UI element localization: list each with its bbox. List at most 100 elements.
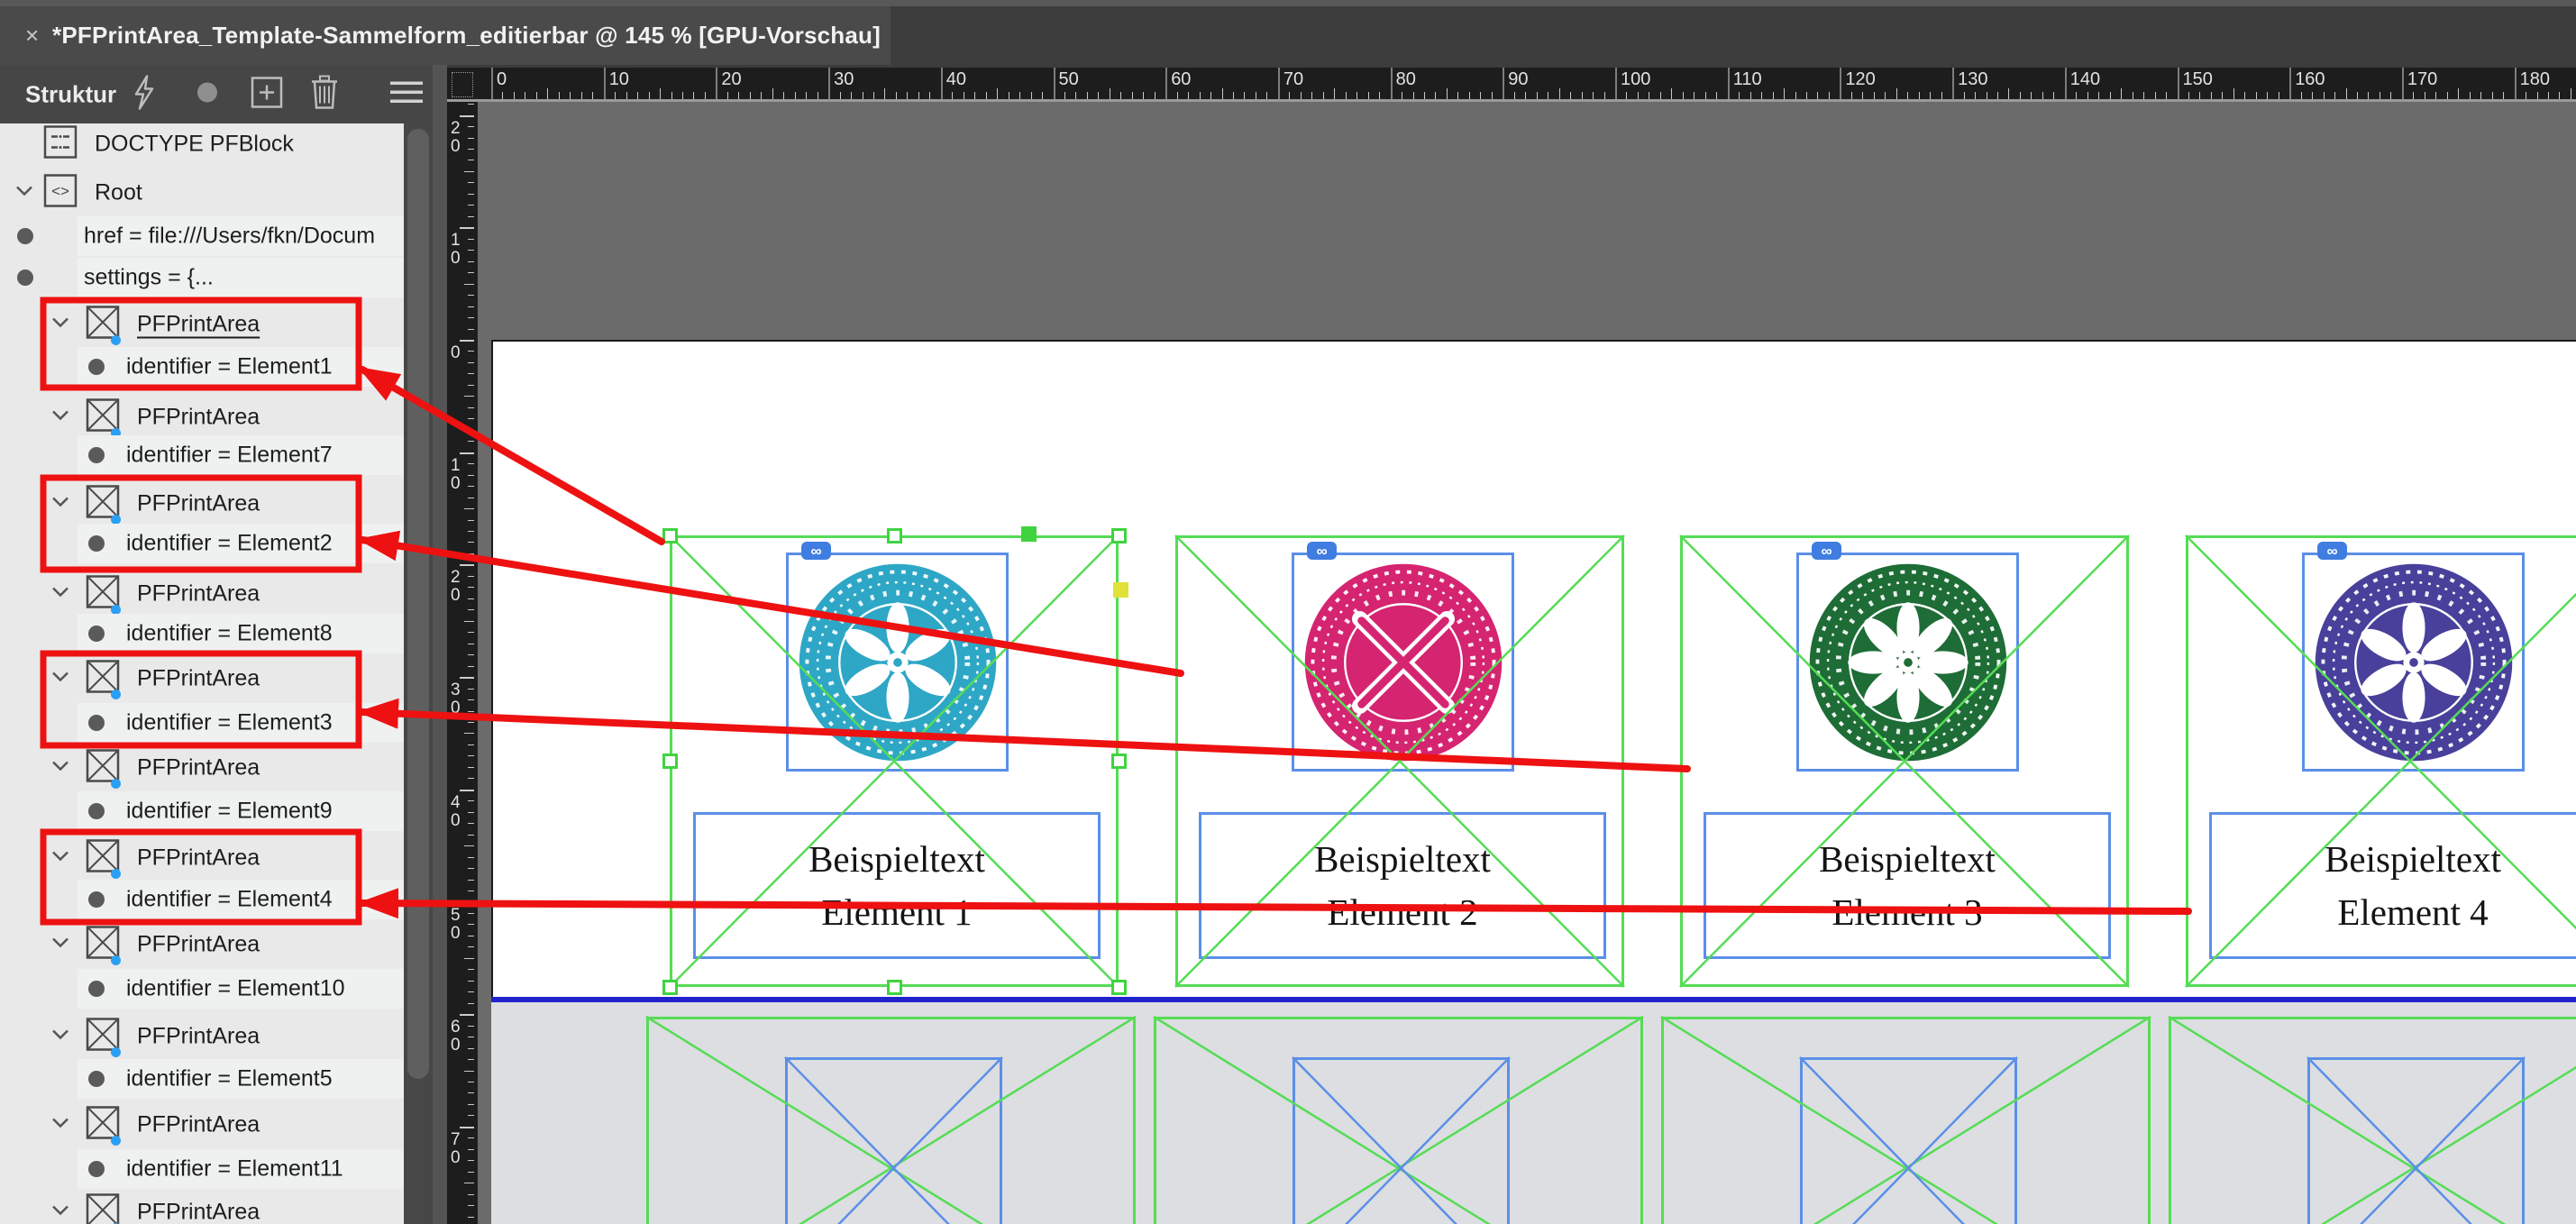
tree-item-pfprintarea[interactable]: PFPrintArea bbox=[0, 303, 404, 346]
chevron-down-icon[interactable] bbox=[49, 1199, 72, 1224]
linked-content-badge-icon[interactable]: ∞ bbox=[2317, 542, 2347, 560]
tree-item-identifier[interactable]: identifier = Element8 bbox=[0, 612, 404, 655]
tree-item-pfprintarea[interactable]: PFPrintArea bbox=[0, 482, 404, 525]
sample-text-line2: Element 1 bbox=[693, 886, 1101, 939]
tree-item-pfprintarea[interactable]: PFPrintArea bbox=[0, 746, 404, 790]
image-frame-row2[interactable] bbox=[785, 1057, 1002, 1224]
tree-item-doctype[interactable]: DOCTYPE PFBlock bbox=[0, 123, 404, 166]
tree-item-identifier[interactable]: identifier = Element5 bbox=[0, 1057, 404, 1101]
sample-text-line1: Beispieltext bbox=[693, 833, 1101, 886]
chevron-down-icon[interactable] bbox=[49, 580, 72, 608]
selection-handle[interactable] bbox=[662, 980, 678, 995]
chevron-down-icon[interactable] bbox=[49, 1111, 72, 1139]
attribute-bullet-icon bbox=[17, 269, 33, 286]
attribute-bullet-icon bbox=[88, 1071, 105, 1087]
panel-menu-icon[interactable] bbox=[388, 79, 425, 109]
document-canvas[interactable]: ∞BeispieltextElement 1∞BeispieltextEleme… bbox=[478, 102, 2576, 1224]
selection-handle[interactable] bbox=[662, 528, 678, 543]
ruler-tick-label: 120 bbox=[1845, 69, 1875, 90]
ruler-tick-label: 140 bbox=[2070, 69, 2100, 90]
tree-item-label: href = file:///Users/fkn/Docum bbox=[84, 224, 375, 250]
document-tab[interactable]: × *PFPrintArea_Template-Sammelform_editi… bbox=[0, 6, 891, 65]
image-frame-row2[interactable] bbox=[1293, 1057, 1510, 1224]
tree-item-pfprintarea[interactable]: PFPrintArea bbox=[0, 1015, 404, 1058]
chevron-down-icon[interactable] bbox=[49, 845, 72, 872]
selection-indicator-square[interactable] bbox=[1021, 526, 1037, 542]
tree-item-label: identifier = Element9 bbox=[126, 799, 333, 825]
selection-handle[interactable] bbox=[1111, 754, 1127, 769]
tree-item-label: settings = {... bbox=[84, 265, 214, 291]
tree-item-identifier[interactable]: identifier = Element1 bbox=[0, 345, 404, 388]
chevron-down-icon[interactable] bbox=[13, 179, 36, 207]
flash-icon[interactable] bbox=[129, 74, 160, 114]
chevron-down-icon[interactable] bbox=[49, 404, 72, 432]
structure-scrollbar-thumb[interactable] bbox=[407, 129, 429, 1079]
chevron-down-icon[interactable] bbox=[49, 311, 72, 339]
tree-item-pfprintarea[interactable]: PFPrintArea bbox=[0, 836, 404, 880]
tree-item-pfprintarea[interactable]: PFPrintArea bbox=[0, 396, 404, 439]
tree-item-label: PFPrintArea bbox=[137, 1200, 260, 1224]
tagged-frame-dot-icon bbox=[111, 955, 121, 965]
tree-item-label: identifier = Element11 bbox=[126, 1156, 343, 1183]
corner-edit-widget[interactable] bbox=[1113, 582, 1128, 598]
ruler-tick-label: 0 bbox=[497, 69, 507, 90]
sample-text-line1: Beispieltext bbox=[2209, 833, 2576, 886]
tree-item-pfprintarea[interactable]: PFPrintArea bbox=[0, 1191, 404, 1224]
tree-item-label: Root bbox=[95, 180, 142, 206]
tree-item-pfprintarea[interactable]: PFPrintArea bbox=[0, 923, 404, 966]
tree-item-pfprintarea[interactable]: PFPrintArea bbox=[0, 657, 404, 700]
linked-content-badge-icon[interactable]: ∞ bbox=[1307, 542, 1337, 560]
tree-item-settings[interactable]: settings = {... bbox=[0, 256, 404, 299]
chevron-down-icon[interactable] bbox=[49, 931, 72, 959]
ruler-origin-box[interactable] bbox=[447, 68, 478, 102]
tree-item-href[interactable]: href = file:///Users/fkn/Docum bbox=[0, 215, 404, 258]
selection-handle[interactable] bbox=[887, 980, 902, 995]
chevron-down-icon[interactable] bbox=[49, 490, 72, 518]
tree-item-root[interactable]: <>Root bbox=[0, 171, 404, 215]
add-box-icon[interactable] bbox=[251, 76, 283, 113]
linked-content-badge-icon[interactable]: ∞ bbox=[801, 542, 831, 560]
selection-handle[interactable] bbox=[887, 528, 902, 543]
tree-item-label: identifier = Element10 bbox=[126, 976, 345, 1002]
image-frame-row2[interactable] bbox=[2307, 1057, 2525, 1224]
tree-item-label: DOCTYPE PFBlock bbox=[95, 132, 294, 158]
selection-handle[interactable] bbox=[1111, 980, 1127, 995]
tree-item-pfprintarea[interactable]: PFPrintArea bbox=[0, 1103, 404, 1146]
chevron-down-icon[interactable] bbox=[49, 754, 72, 782]
tree-item-identifier[interactable]: identifier = Element2 bbox=[0, 522, 404, 565]
tree-item-identifier[interactable]: identifier = Element3 bbox=[0, 701, 404, 744]
image-frame-row2[interactable] bbox=[1800, 1057, 2017, 1224]
selection-handle[interactable] bbox=[662, 754, 678, 769]
ruler-tick-label: 90 bbox=[1508, 69, 1528, 90]
chevron-down-icon[interactable] bbox=[49, 665, 72, 693]
tree-item-identifier[interactable]: identifier = Element9 bbox=[0, 790, 404, 833]
sample-text-line2: Element 2 bbox=[1199, 886, 1606, 939]
ruler-tick-label: 40 bbox=[946, 69, 966, 90]
tree-item-identifier[interactable]: identifier = Element7 bbox=[0, 434, 404, 477]
horizontal-ruler[interactable]: 0102030405060708090100110120130140150160… bbox=[478, 68, 2576, 99]
tree-item-identifier[interactable]: identifier = Element11 bbox=[0, 1147, 404, 1191]
ruler-tick-label: 70 bbox=[1283, 69, 1303, 90]
vertical-ruler[interactable]: 2010010203040506070 bbox=[447, 102, 478, 1224]
tree-item-label: PFPrintArea bbox=[137, 666, 260, 692]
tree-item-identifier[interactable]: identifier = Element4 bbox=[0, 878, 404, 921]
ruler-tick-label: 30 bbox=[834, 69, 854, 90]
linked-content-badge-icon[interactable]: ∞ bbox=[1812, 542, 1841, 560]
tree-item-identifier[interactable]: identifier = Element10 bbox=[0, 967, 404, 1010]
tagged-frame-dot-icon bbox=[111, 690, 121, 699]
tree-item-label: PFPrintArea bbox=[137, 932, 260, 958]
tagged-frame-dot-icon bbox=[111, 335, 121, 345]
tree-item-label: PFPrintArea bbox=[137, 1112, 260, 1138]
tab-close-icon[interactable]: × bbox=[25, 22, 52, 50]
tree-item-pfprintarea[interactable]: PFPrintArea bbox=[0, 572, 404, 616]
ruler-tick-label: 110 bbox=[1733, 69, 1762, 90]
chevron-down-icon[interactable] bbox=[49, 1023, 72, 1051]
record-icon[interactable] bbox=[195, 79, 220, 109]
tree-item-label: identifier = Element7 bbox=[126, 443, 333, 469]
selection-handle[interactable] bbox=[1111, 528, 1127, 543]
panel-canvas-divider bbox=[433, 65, 447, 1224]
trash-icon[interactable] bbox=[308, 74, 341, 114]
tree-item-label: PFPrintArea bbox=[137, 581, 260, 607]
ruler-tick-label: 180 bbox=[2520, 69, 2550, 90]
structure-panel-header: Struktur bbox=[0, 65, 433, 123]
